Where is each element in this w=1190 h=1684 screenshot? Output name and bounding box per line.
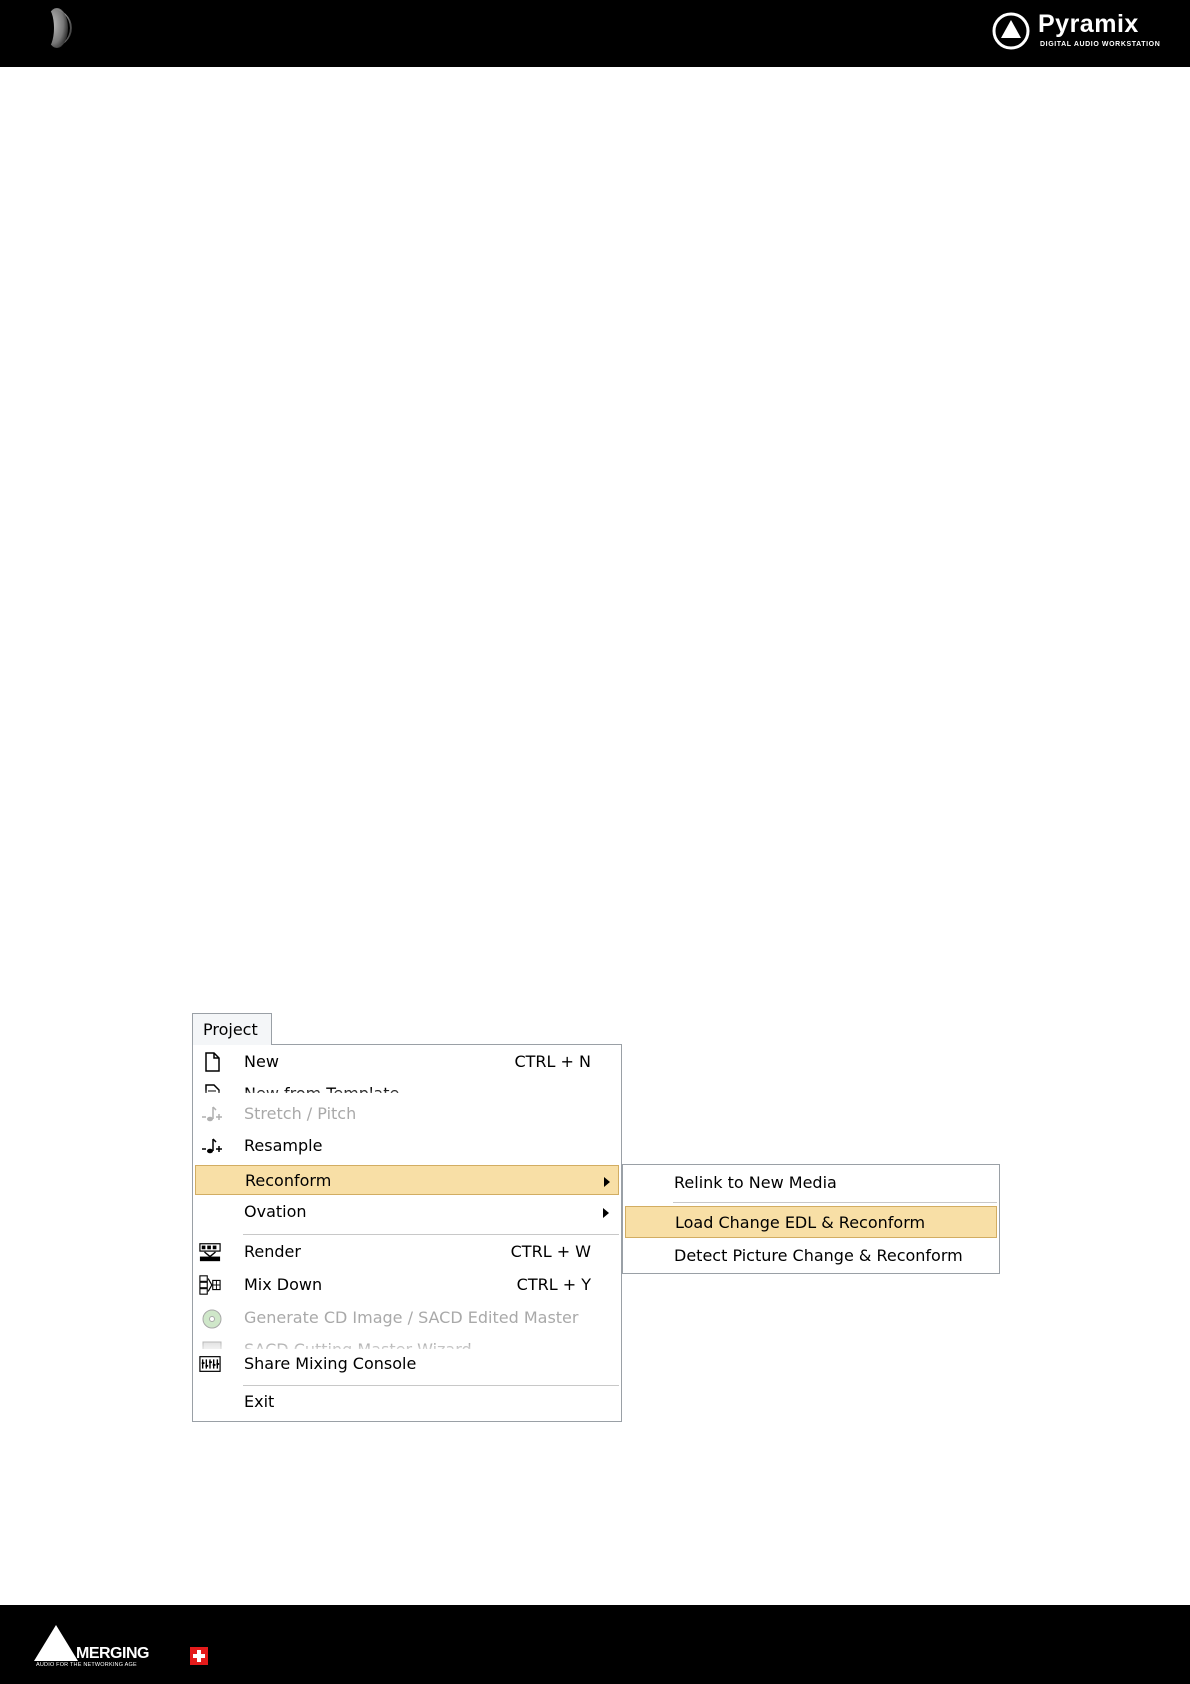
submenu-separator: [673, 1202, 997, 1203]
menu-project-tab[interactable]: Project: [192, 1013, 272, 1045]
menu-item-label: New: [244, 1052, 279, 1071]
menu-item-resample[interactable]: Resample: [193, 1131, 621, 1161]
menu-item-new[interactable]: New CTRL + N: [193, 1047, 621, 1077]
menu-item-label: Resample: [244, 1136, 323, 1155]
submenu-item-label: Detect Picture Change & Reconform: [674, 1246, 963, 1265]
submenu-arrow-icon: [604, 1177, 610, 1187]
submenu-item-detect-picture-change[interactable]: Detect Picture Change & Reconform: [623, 1239, 999, 1271]
menu-item-stretch-pitch[interactable]: Stretch / Pitch: [193, 1099, 621, 1129]
page-footer: MERGING AUDIO FOR THE NETWORKING AGE: [0, 1605, 1190, 1684]
submenu-item-relink-to-new-media[interactable]: Relink to New Media: [623, 1166, 999, 1198]
menu-item-shortcut: CTRL + W: [510, 1242, 591, 1261]
menu-item-label: Exit: [244, 1392, 275, 1411]
page-header: Pyramix DIGITAL AUDIO WORKSTATION: [0, 0, 1190, 67]
new-document-icon: [205, 1052, 220, 1072]
cd-image-icon: [202, 1309, 222, 1329]
menu-item-label: Stretch / Pitch: [244, 1104, 357, 1123]
menu-item-shortcut: CTRL + N: [514, 1052, 591, 1071]
pyramix-brand: Pyramix: [1038, 10, 1139, 38]
menu-separator: [243, 1385, 619, 1386]
menu-item-label: Share Mixing Console: [244, 1354, 417, 1373]
manual-page: Pyramix DIGITAL AUDIO WORKSTATION Projec…: [0, 0, 1190, 1684]
pyramix-logo-icon: [992, 12, 1030, 50]
render-icon: [199, 1243, 221, 1262]
project-menu: New CTRL + N New from Template Stretch /…: [192, 1044, 622, 1422]
resample-icon: [202, 1138, 222, 1154]
menu-item-exit[interactable]: Exit: [193, 1387, 621, 1417]
share-console-icon: [199, 1356, 221, 1372]
merging-triangle-icon: [34, 1625, 78, 1661]
menu-item-label: Mix Down: [244, 1275, 323, 1294]
menu-item-reconform[interactable]: Reconform: [195, 1165, 619, 1195]
menu-item-label: Reconform: [245, 1171, 332, 1190]
submenu-item-label: Load Change EDL & Reconform: [675, 1213, 926, 1232]
swiss-cross-icon: [190, 1647, 208, 1665]
menu-item-share-mixing-console[interactable]: Share Mixing Console: [193, 1349, 621, 1379]
submenu-item-label: Relink to New Media: [674, 1173, 837, 1192]
menu-item-render[interactable]: Render CTRL + W: [193, 1237, 621, 1267]
reconform-submenu: Relink to New Media Load Change EDL & Re…: [622, 1164, 1000, 1274]
moon-icon: [40, 7, 72, 49]
pyramix-tagline: DIGITAL AUDIO WORKSTATION: [1040, 41, 1161, 48]
submenu-item-load-change-edl[interactable]: Load Change EDL & Reconform: [625, 1206, 997, 1238]
merging-logo: MERGING AUDIO FOR THE NETWORKING AGE: [34, 1623, 224, 1671]
menu-item-label: Ovation: [244, 1202, 307, 1221]
menu-item-mix-down[interactable]: Mix Down CTRL + Y: [193, 1270, 621, 1300]
menu-separator: [243, 1234, 619, 1235]
menu-item-label: Generate CD Image / SACD Edited Master: [244, 1308, 579, 1327]
stretch-pitch-icon: [202, 1106, 222, 1122]
menu-item-shortcut: CTRL + Y: [516, 1275, 591, 1294]
merging-brand: MERGING: [76, 1645, 149, 1662]
menu-item-ovation[interactable]: Ovation: [193, 1197, 621, 1227]
menu-item-label: Render: [244, 1242, 301, 1261]
menu-item-generate-cd-image[interactable]: Generate CD Image / SACD Edited Master: [193, 1303, 621, 1333]
merging-tagline: AUDIO FOR THE NETWORKING AGE: [36, 1662, 137, 1668]
submenu-arrow-icon: [603, 1208, 609, 1218]
pyramix-logo: Pyramix DIGITAL AUDIO WORKSTATION: [992, 10, 1172, 56]
mix-down-icon: [199, 1275, 221, 1295]
